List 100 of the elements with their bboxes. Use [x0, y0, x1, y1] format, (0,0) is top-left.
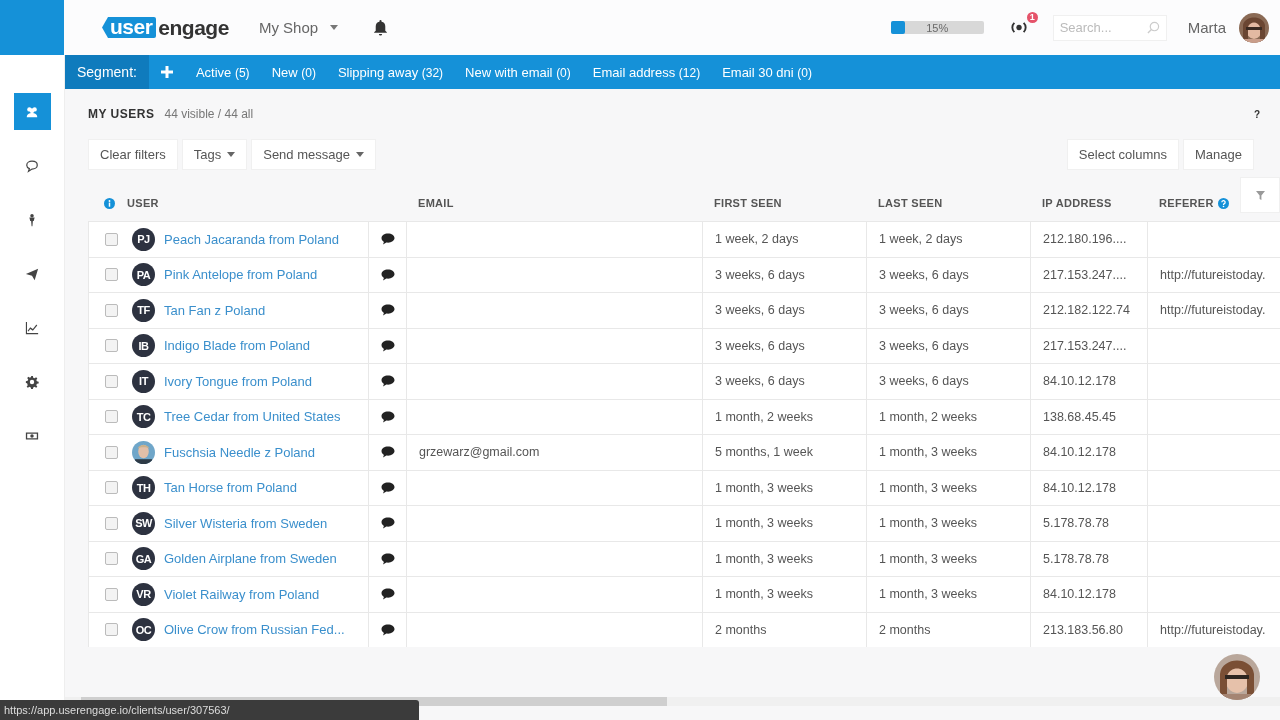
user-link[interactable]: Tree Cedar from United States [164, 409, 341, 425]
column-header[interactable]: USER [127, 197, 159, 209]
segment-link[interactable]: New (0) [271, 64, 316, 80]
search-field[interactable]: Search... [1052, 14, 1167, 41]
user-avatar: TC [132, 405, 155, 429]
ip-address-cell: 84.10.12.178 [1043, 445, 1116, 460]
user-avatar: PA [132, 263, 155, 287]
user-link[interactable]: Fuschsia Needle z Poland [164, 444, 316, 460]
line-chart-icon [25, 320, 39, 335]
ip-address-cell: 84.10.12.178 [1043, 374, 1116, 389]
last-seen-cell: 3 weeks, 6 days [879, 374, 969, 389]
segment-link[interactable]: Email address (12) [592, 64, 701, 80]
row-checkbox[interactable] [105, 374, 118, 388]
chat-icon[interactable] [380, 588, 395, 601]
chat-icon[interactable] [380, 623, 395, 636]
row-checkbox[interactable] [105, 268, 118, 282]
row-checkbox[interactable] [105, 339, 118, 353]
row-checkbox[interactable] [105, 587, 118, 601]
info-icon[interactable] [104, 197, 115, 209]
chat-icon[interactable] [380, 375, 395, 388]
first-seen-cell: 1 month, 2 weeks [715, 409, 813, 424]
user-name[interactable]: Marta [1187, 19, 1226, 36]
toolbar-button[interactable]: Manage [1183, 139, 1254, 170]
user-link[interactable]: Indigo Blade from Poland [164, 338, 310, 354]
first-seen-cell: 3 weeks, 6 days [715, 303, 805, 318]
column-header[interactable]: REFERER [1159, 197, 1214, 209]
filter-icon [1255, 190, 1265, 200]
chat-icon[interactable] [380, 481, 395, 494]
user-link[interactable]: Golden Airplane from Sweden [164, 551, 337, 567]
caret-icon [227, 152, 236, 157]
logo[interactable]: user engage [102, 15, 229, 40]
chat-icon[interactable] [380, 304, 395, 317]
last-seen-cell: 1 month, 3 weeks [879, 516, 977, 531]
row-checkbox[interactable] [105, 516, 118, 530]
chat-icon[interactable] [380, 552, 395, 565]
users-icon [25, 104, 39, 119]
shop-dropdown[interactable]: My Shop [258, 19, 339, 36]
chat-icon[interactable] [380, 233, 395, 246]
ip-address-cell: 138.68.45.45 [1043, 409, 1116, 424]
user-avatar: PJ [132, 227, 155, 251]
segment-link[interactable]: Email 30 dni (0) [722, 64, 812, 80]
column-header[interactable]: FIRST SEEN [714, 197, 782, 209]
chat-icon[interactable] [380, 339, 395, 352]
row-checkbox[interactable] [105, 552, 118, 566]
row-checkbox[interactable] [105, 481, 118, 495]
help-link[interactable]: ? [1253, 109, 1260, 120]
segment-link[interactable]: Active (5) [195, 64, 250, 80]
column-header[interactable]: IP ADDRESS [1042, 197, 1112, 209]
user-avatar: SW [132, 511, 155, 535]
last-seen-cell: 1 month, 3 weeks [879, 480, 977, 495]
last-seen-cell: 1 week, 2 days [879, 232, 963, 247]
user-avatar: VR [132, 582, 155, 606]
ip-address-cell: 212.182.122.74 [1043, 303, 1130, 318]
chat-icon[interactable] [380, 517, 395, 530]
ip-address-cell: 217.153.247.... [1043, 267, 1127, 282]
user-link[interactable]: Pink Antelope from Poland [164, 267, 318, 283]
page-heading: MY USERS [88, 107, 155, 121]
last-seen-cell: 2 months [879, 622, 931, 637]
toolbar-button[interactable]: Select columns [1066, 139, 1179, 170]
referer-cell: http://futureistoday. [1160, 303, 1266, 318]
column-header[interactable]: LAST SEEN [878, 197, 943, 209]
user-link[interactable]: Peach Jacaranda from Poland [164, 231, 339, 247]
chat-icon [25, 158, 39, 173]
first-seen-cell: 3 weeks, 6 days [715, 267, 805, 282]
user-link[interactable]: Violet Railway from Poland [164, 586, 320, 602]
user-link[interactable]: Tan Horse from Poland [164, 480, 297, 496]
row-checkbox[interactable] [105, 232, 118, 246]
bell-icon[interactable] [372, 19, 390, 36]
user-link[interactable]: Silver Wisteria from Sweden [164, 515, 328, 531]
first-seen-cell: 5 months, 1 week [715, 445, 813, 460]
help-icon[interactable] [1217, 197, 1229, 209]
row-checkbox[interactable] [105, 445, 118, 459]
segment-link[interactable]: Slipping away (32) [337, 64, 444, 80]
user-link[interactable]: Tan Fan z Poland [164, 302, 266, 318]
last-seen-cell: 1 month, 2 weeks [879, 409, 977, 424]
column-header[interactable]: EMAIL [418, 197, 454, 209]
paper-plane-icon [25, 266, 39, 281]
ip-address-cell: 84.10.12.178 [1043, 587, 1116, 602]
user-link[interactable]: Ivory Tongue from Poland [164, 373, 312, 389]
first-seen-cell: 3 weeks, 6 days [715, 338, 805, 353]
first-seen-cell: 2 months [715, 622, 767, 637]
row-checkbox[interactable] [105, 623, 118, 637]
chat-icon[interactable] [380, 410, 395, 423]
user-link[interactable]: Olive Crow from Russian Fed... [164, 622, 345, 638]
ip-address-cell: 84.10.12.178 [1043, 480, 1116, 495]
user-avatar: TF [132, 298, 155, 322]
toolbar-button[interactable]: Clear filters [88, 139, 178, 170]
chat-icon[interactable] [380, 268, 395, 281]
toolbar-button[interactable]: Send message [251, 139, 376, 170]
row-checkbox[interactable] [105, 410, 118, 424]
chat-icon[interactable] [380, 446, 395, 459]
ip-address-cell: 213.183.56.80 [1043, 622, 1123, 637]
row-checkbox[interactable] [105, 303, 118, 317]
toolbar-button[interactable]: Tags [181, 139, 248, 170]
add-segment-icon[interactable] [160, 66, 173, 78]
ip-address-cell: 212.180.196.... [1043, 232, 1127, 247]
last-seen-cell: 3 weeks, 6 days [879, 303, 969, 318]
first-seen-cell: 1 month, 3 weeks [715, 551, 813, 566]
segment-link[interactable]: New with email (0) [465, 64, 571, 80]
user-avatar: TH [132, 476, 155, 500]
